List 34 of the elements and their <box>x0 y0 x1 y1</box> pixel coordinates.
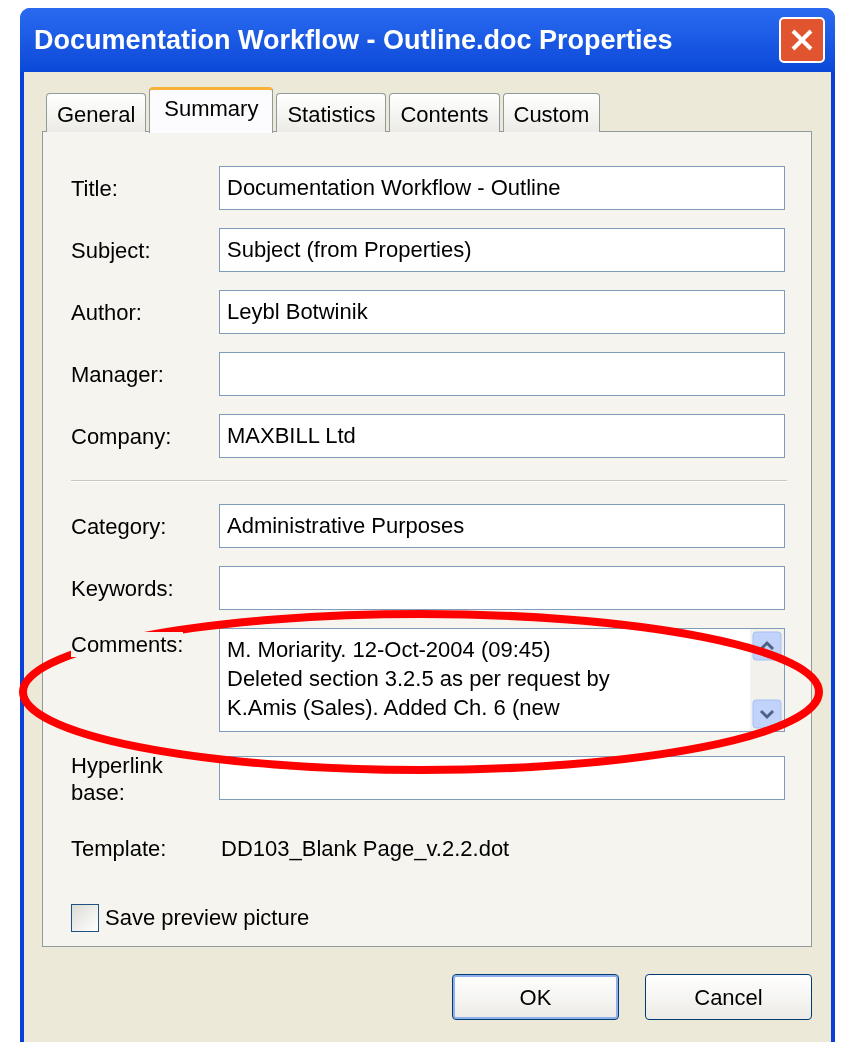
window-title: Documentation Workflow - Outline.doc Properties <box>34 23 673 57</box>
field-label: Category: <box>71 512 168 541</box>
checkbox[interactable] <box>71 903 99 932</box>
close-button[interactable] <box>779 17 825 63</box>
tab[interactable]: Contents <box>389 93 500 132</box>
field-label: Subject: <box>71 236 152 265</box>
text-field[interactable]: Documentation Workflow - Outline <box>219 166 785 210</box>
comment-line: M. Moriarity. 12-Oct-2004 (09:45) <box>227 636 552 664</box>
comment-line: Deleted section 3.2.5 as per request by <box>227 665 611 693</box>
field-label: Manager: <box>71 360 165 389</box>
text-field[interactable] <box>219 352 785 396</box>
template-name: DD103_Blank Page_v.2.2.dot <box>220 835 510 863</box>
tab[interactable]: Summary <box>149 87 274 133</box>
field-label: Title: <box>71 174 119 203</box>
text-field[interactable]: Leybl Botwinik <box>219 290 785 334</box>
field-label: Author: <box>71 298 143 327</box>
checkbox-label: Save preview picture <box>105 904 310 932</box>
field-label: Comments: <box>71 632 184 657</box>
text-field[interactable]: MAXBILL Ltd <box>219 414 785 458</box>
close-icon <box>790 28 814 52</box>
comment-line: K.Amis (Sales). Added Ch. 6 (new <box>227 694 561 722</box>
comments-field[interactable]: M. Moriarity. 12-Oct-2004 (09:45) Deleted section 3.2.5 as per request by K.Amis (Sales). Added Ch. 6 (new <box>219 628 785 732</box>
tab[interactable]: General <box>46 93 147 132</box>
dialog-button[interactable]: OK <box>452 974 619 1020</box>
field-label: Keywords: <box>71 574 175 603</box>
field-label: Company: <box>71 422 173 451</box>
field-label: Hyperlink base: <box>71 752 164 806</box>
text-field[interactable]: Subject (from Properties) <box>219 228 785 272</box>
text-field[interactable] <box>219 566 785 610</box>
tab[interactable]: Statistics <box>276 93 387 132</box>
tab[interactable]: Custom <box>502 93 601 132</box>
dialog-button[interactable]: Cancel <box>645 974 812 1020</box>
field-label: Template: <box>71 835 168 863</box>
text-field[interactable]: Administrative Purposes <box>219 504 785 548</box>
